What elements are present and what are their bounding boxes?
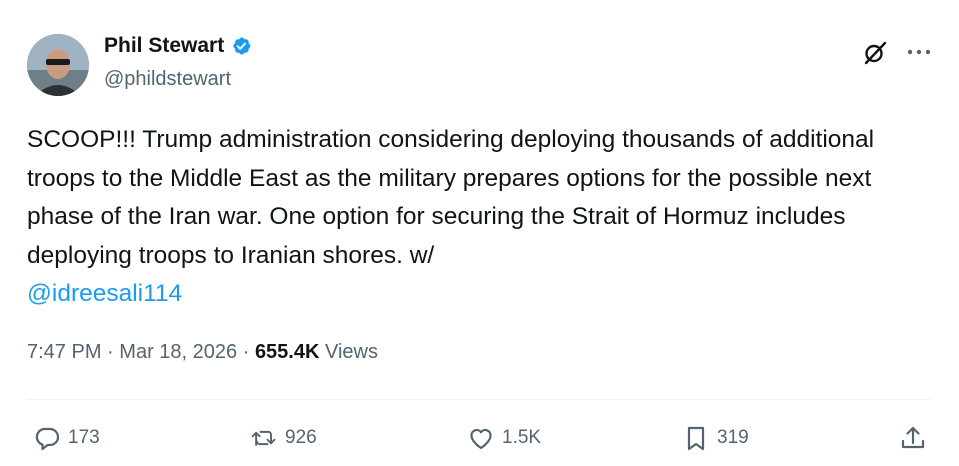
tweet-meta: 7:47 PM · Mar 18, 2026 · 655.4K Views bbox=[27, 341, 378, 364]
author-handle[interactable]: @phildstewart bbox=[104, 68, 231, 91]
share-icon bbox=[901, 426, 925, 449]
action-bar: 173 926 1.5K 319 bbox=[0, 418, 959, 458]
bookmark-button[interactable]: 319 bbox=[682, 418, 749, 458]
like-count: 1.5K bbox=[502, 427, 542, 448]
bookmark-icon bbox=[687, 426, 705, 451]
tweet-card: Phil Stewart @phildstewart SCOOP!!! Trum… bbox=[0, 0, 959, 466]
divider bbox=[27, 399, 932, 400]
retweet-count: 926 bbox=[285, 427, 317, 448]
meta-separator: · bbox=[242, 341, 250, 363]
grok-icon[interactable] bbox=[862, 40, 888, 66]
avatar[interactable] bbox=[27, 34, 89, 96]
tweet-body: SCOOP!!! Trump administration considerin… bbox=[27, 126, 875, 269]
mention-link[interactable]: @idreesali114 bbox=[27, 275, 932, 314]
tweet-time[interactable]: 7:47 PM bbox=[27, 341, 101, 363]
reply-icon bbox=[35, 427, 60, 451]
retweet-button[interactable]: 926 bbox=[250, 418, 317, 458]
meta-separator: · bbox=[107, 341, 114, 363]
share-button[interactable] bbox=[899, 418, 927, 458]
views-label: Views bbox=[325, 341, 378, 363]
tweet-text: SCOOP!!! Trump administration considerin… bbox=[27, 121, 932, 314]
more-icon[interactable] bbox=[906, 44, 932, 60]
reply-count: 173 bbox=[68, 427, 100, 448]
author-name-row: Phil Stewart bbox=[104, 34, 252, 58]
bookmark-count: 319 bbox=[717, 427, 749, 448]
tweet-date[interactable]: Mar 18, 2026 bbox=[119, 341, 237, 363]
like-button[interactable]: 1.5K bbox=[467, 418, 541, 458]
views-count: 655.4K bbox=[254, 341, 320, 363]
like-icon bbox=[470, 428, 492, 450]
author-name[interactable]: Phil Stewart bbox=[104, 34, 224, 58]
retweet-icon bbox=[251, 430, 276, 446]
reply-button[interactable]: 173 bbox=[33, 418, 100, 458]
verified-badge-icon bbox=[233, 37, 251, 55]
